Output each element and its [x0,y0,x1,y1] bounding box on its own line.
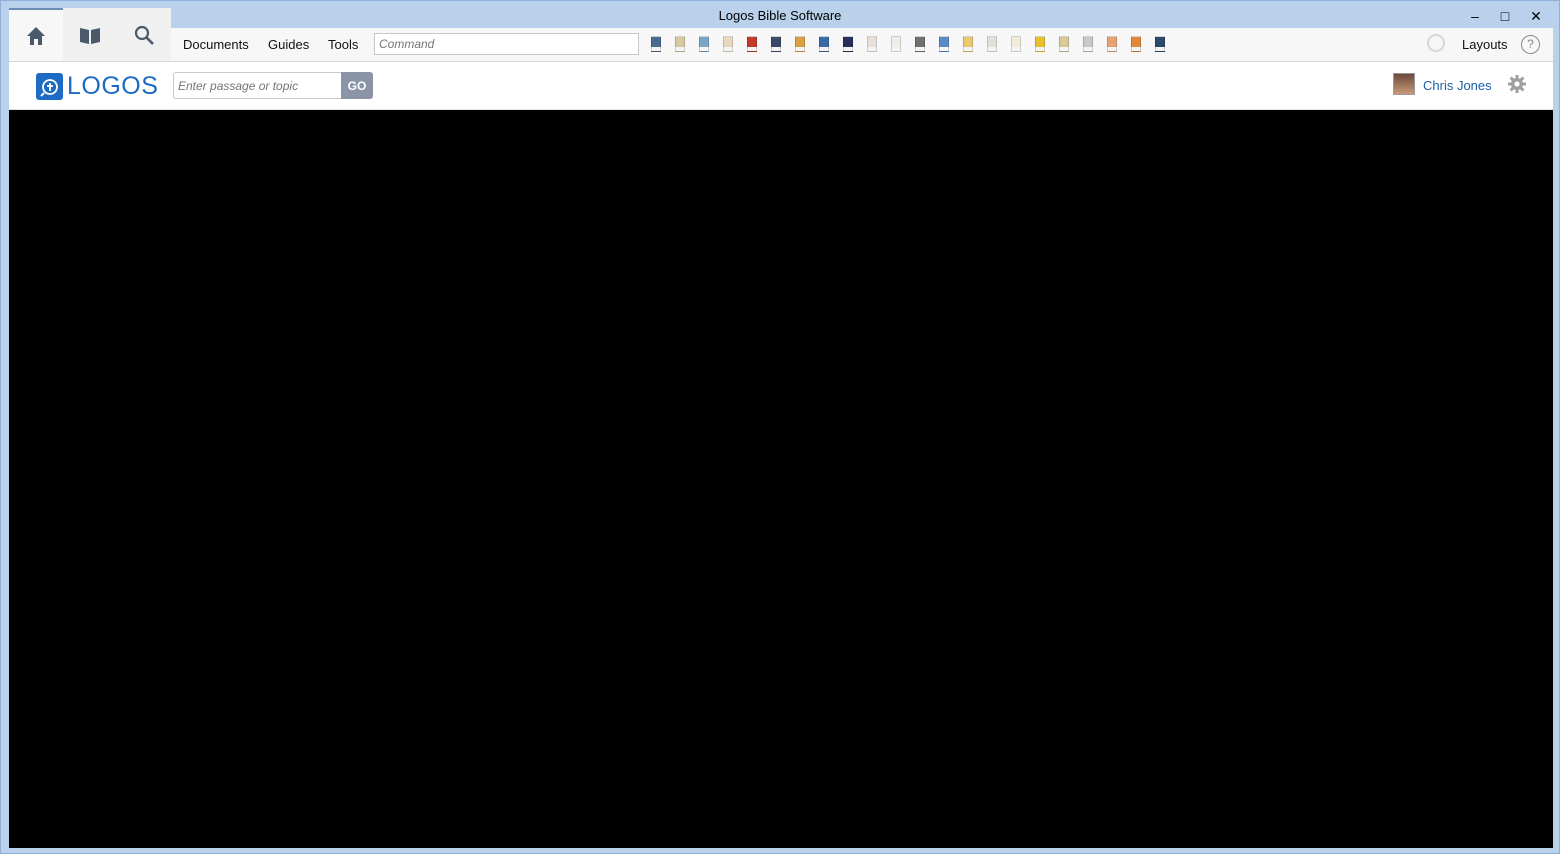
help-icon[interactable]: ? [1521,35,1540,54]
tab-strip [9,8,171,61]
menu-tools[interactable]: Tools [328,37,358,52]
favorite-book-icon[interactable] [939,36,949,52]
favorite-book-icon[interactable] [651,36,661,52]
search-icon [134,25,154,45]
layouts-button[interactable]: Layouts [1462,37,1508,52]
menu-guides[interactable]: Guides [268,37,309,52]
maximize-button[interactable]: □ [1490,5,1520,27]
tab-home[interactable] [9,8,63,61]
logo-text: LOGOS [67,72,159,100]
favorite-book-icon[interactable] [819,36,829,52]
logos-logo[interactable]: LOGOS [36,72,158,101]
favorite-book-icon[interactable] [795,36,805,52]
avatar[interactable] [1393,73,1415,95]
favorite-book-icon[interactable] [891,36,901,52]
close-button[interactable]: ✕ [1521,5,1551,27]
logo-mark-icon [36,73,63,100]
favorite-book-icon[interactable] [1155,36,1165,52]
window-title: Logos Bible Software [718,8,842,23]
favorite-book-icon[interactable] [1011,36,1021,52]
favorite-book-icon[interactable] [963,36,973,52]
user-name-link[interactable]: Chris Jones [1423,78,1492,93]
main-toolbar: Documents Guides Tools Layouts ? [9,8,1553,62]
favorite-book-icon[interactable] [675,36,685,52]
book-icon [80,27,100,44]
go-button[interactable]: GO [341,72,373,99]
app-header: LOGOS GO Chris Jones [9,62,1553,110]
tab-search[interactable] [117,8,171,61]
favorite-book-icon[interactable] [867,36,877,52]
command-input[interactable] [374,33,639,55]
favorite-book-icon[interactable] [1083,36,1093,52]
favorite-book-icon[interactable] [1035,36,1045,52]
title-bar: Logos Bible Software ‒ □ ✕ [1,1,1559,31]
favorite-book-icon[interactable] [1059,36,1069,52]
favorite-book-icon[interactable] [1107,36,1117,52]
tab-library[interactable] [63,8,117,61]
minimize-button[interactable]: ‒ [1460,5,1490,27]
favorite-book-icon[interactable] [843,36,853,52]
favorite-book-icon[interactable] [723,36,733,52]
home-page-content [9,110,1553,848]
gear-icon[interactable] [1507,74,1527,94]
favorite-book-icon[interactable] [987,36,997,52]
favorite-book-icon[interactable] [771,36,781,52]
app-window: Logos Bible Software ‒ □ ✕ Documents Gui… [0,0,1560,854]
favorite-book-icon[interactable] [915,36,925,52]
passage-input[interactable] [173,72,341,99]
home-icon [27,26,45,45]
menu-documents[interactable]: Documents [183,37,249,52]
favorite-book-icon[interactable] [1131,36,1141,52]
favorite-book-icon[interactable] [747,36,757,52]
sync-icon[interactable] [1427,34,1445,52]
favorite-book-icon[interactable] [699,36,709,52]
